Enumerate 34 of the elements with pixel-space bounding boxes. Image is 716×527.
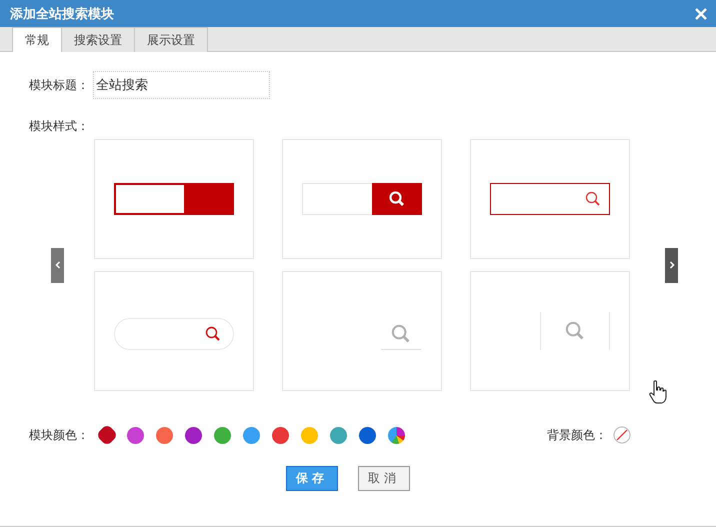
color-swatch[interactable]	[214, 426, 231, 444]
search-icon	[391, 324, 411, 344]
search-icon	[565, 321, 585, 341]
no-color-icon[interactable]	[613, 426, 631, 444]
background-label: 背景颜色：	[547, 426, 607, 444]
hand-cursor-icon	[648, 380, 668, 404]
tab[interactable]: 常规	[12, 27, 62, 52]
color-swatch[interactable]	[359, 426, 376, 444]
color-swatch[interactable]	[388, 426, 405, 444]
color-swatch[interactable]	[185, 426, 202, 444]
color-swatch[interactable]	[272, 426, 289, 444]
previous-button[interactable]	[51, 248, 64, 282]
color-label: 模块颜色：	[29, 426, 89, 444]
style-option[interactable]	[94, 139, 254, 259]
section-label: 模块样式：	[29, 118, 90, 135]
close-icon[interactable]	[695, 8, 707, 20]
search-icon	[389, 191, 406, 207]
chevron-right-icon	[668, 261, 674, 269]
cancel-button[interactable]: 取消	[358, 466, 410, 491]
tab[interactable]: 展示设置	[135, 27, 208, 52]
color-swatch[interactable]	[156, 426, 173, 444]
style-option[interactable]	[282, 139, 442, 259]
search-icon	[205, 326, 221, 342]
color-swatch[interactable]	[243, 426, 260, 444]
chevron-left-icon	[54, 261, 60, 269]
field-label: 模块标题：	[29, 76, 89, 94]
color-swatch[interactable]	[330, 426, 347, 444]
color-swatch[interactable]	[301, 426, 318, 444]
color-swatch[interactable]	[127, 426, 144, 444]
tab[interactable]: 搜索设置	[62, 27, 135, 52]
window-title: 添加全站搜索模块	[10, 6, 114, 22]
search-icon	[585, 191, 601, 207]
input-field[interactable]: 全站搜索	[93, 71, 270, 99]
next-button[interactable]	[665, 248, 678, 282]
